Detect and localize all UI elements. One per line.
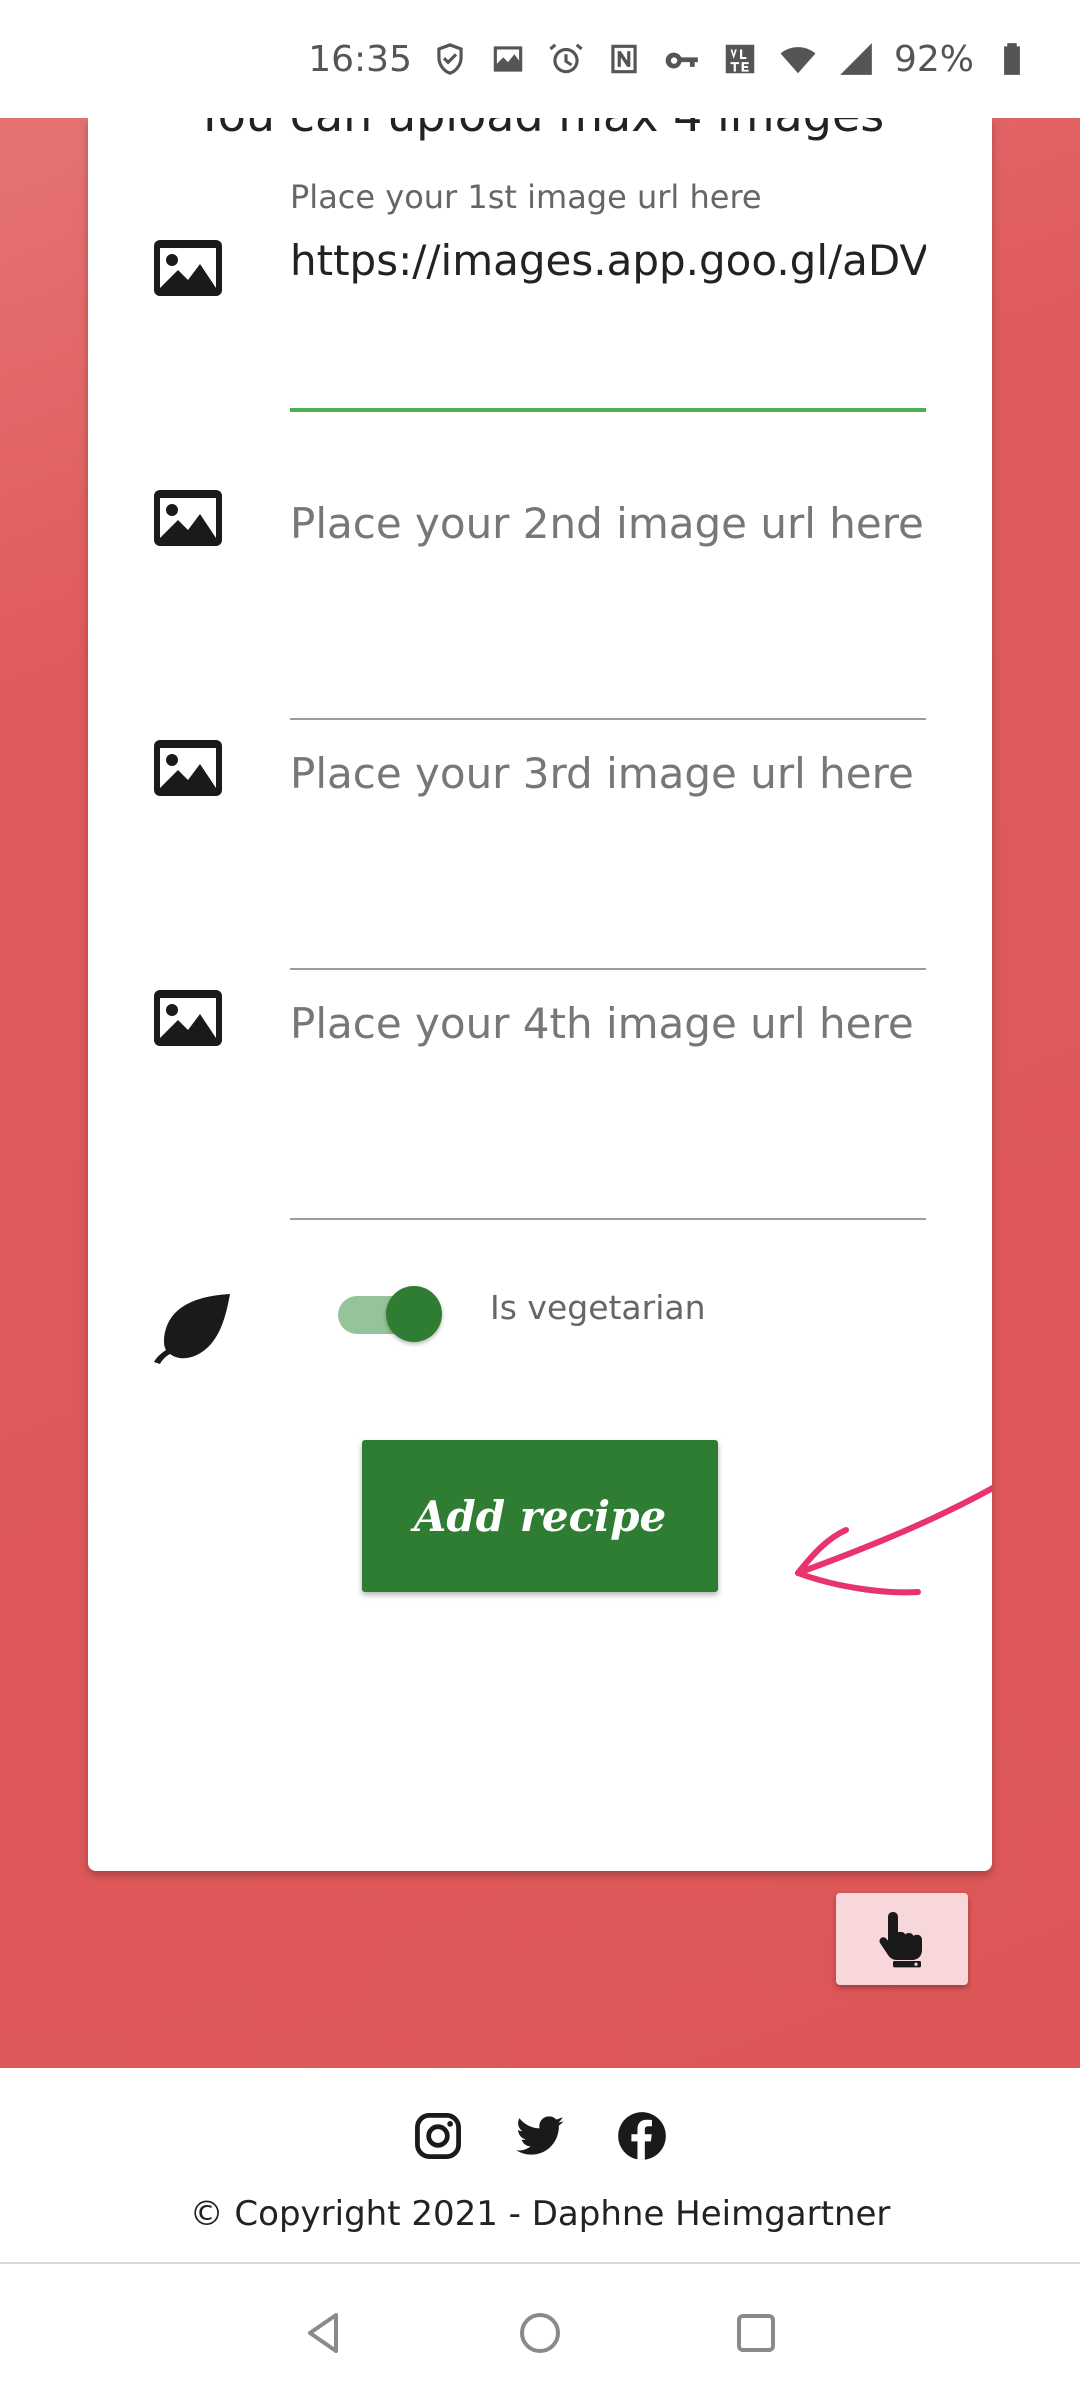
- shield-icon: [430, 39, 470, 79]
- copyright-text: © Copyright 2021 - Daphne Heimgartner: [189, 2194, 891, 2234]
- upload-heading: You can upload max 4 images: [88, 118, 992, 142]
- facebook-icon[interactable]: [616, 2110, 668, 2162]
- image-icon: [154, 490, 222, 546]
- battery-icon: [992, 39, 1032, 79]
- footer: © Copyright 2021 - Daphne Heimgartner: [0, 2068, 1080, 2264]
- toggle-knob: [386, 1286, 442, 1342]
- image-icon: [154, 740, 222, 796]
- image-url-input-1[interactable]: [290, 232, 926, 288]
- recents-icon[interactable]: [728, 2305, 784, 2361]
- vegetarian-label: Is vegetarian: [490, 1288, 706, 1327]
- key-icon: [662, 39, 702, 79]
- underline: [290, 968, 926, 970]
- image-icon: [154, 240, 222, 296]
- nfc-icon: [604, 39, 644, 79]
- instagram-icon[interactable]: [412, 2110, 464, 2162]
- image-url-field-4: [290, 988, 926, 1220]
- pointing-hand-icon: [879, 1912, 922, 1968]
- add-recipe-button[interactable]: Add recipe: [362, 1440, 718, 1592]
- signal-icon: [836, 39, 876, 79]
- battery-percent: 92%: [893, 38, 974, 80]
- image-url-field-1: Place your 1st image url here: [290, 178, 926, 412]
- image-icon: [154, 990, 222, 1046]
- scroll-up-button[interactable]: [836, 1893, 968, 1985]
- social-links: [0, 2110, 1080, 2162]
- image-url-input-3[interactable]: [290, 738, 926, 808]
- annotation-arrow: [795, 1485, 992, 1596]
- image-url-field-3: [290, 738, 926, 970]
- navigation-bar: [0, 2266, 1080, 2400]
- volte-icon: [720, 39, 760, 79]
- alarm-icon: [546, 39, 586, 79]
- recipe-form-card: You can upload max 4 images Place your 1…: [88, 118, 992, 1871]
- status-time: 16:35: [308, 38, 412, 80]
- vegetarian-toggle[interactable]: [334, 1284, 448, 1344]
- status-bar: 16:35 92%: [0, 0, 1080, 118]
- wifi-icon: [778, 39, 818, 79]
- underline: [290, 718, 926, 720]
- image-url-input-2[interactable]: [290, 488, 926, 558]
- image-url-label-1: Place your 1st image url here: [290, 178, 762, 216]
- active-underline: [290, 408, 926, 412]
- image-url-field-2: [290, 488, 926, 720]
- leaf-icon: [154, 1292, 234, 1366]
- underline: [290, 1218, 926, 1220]
- gallery-icon: [488, 39, 528, 79]
- home-icon[interactable]: [512, 2305, 568, 2361]
- twitter-icon[interactable]: [514, 2110, 566, 2162]
- back-icon[interactable]: [296, 2305, 352, 2361]
- image-url-input-4[interactable]: [290, 988, 926, 1058]
